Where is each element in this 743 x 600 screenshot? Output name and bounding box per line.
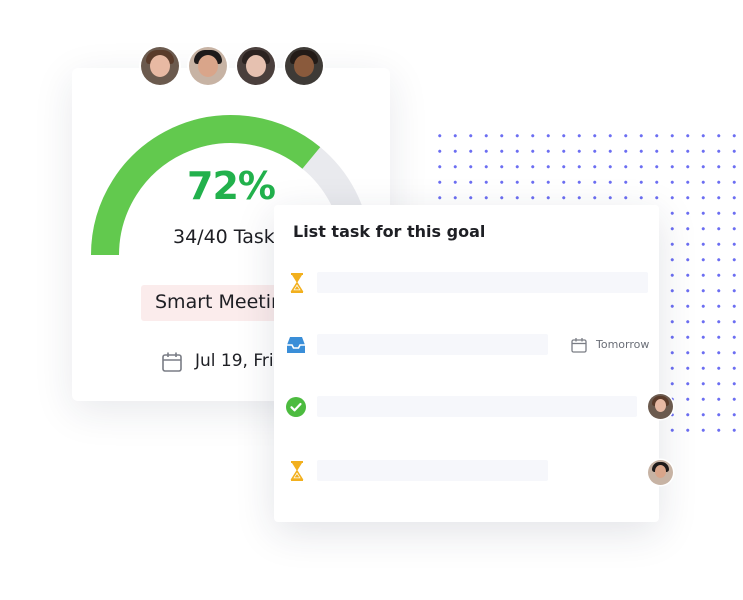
task-list-title: List task for this goal (293, 222, 486, 241)
calendar-icon (571, 338, 587, 353)
task-row-placeholder[interactable] (317, 334, 548, 355)
inbox-icon (287, 337, 305, 353)
check-circle-icon[interactable] (285, 396, 307, 418)
hourglass-icon (290, 273, 304, 293)
task-row-placeholder[interactable] (317, 396, 637, 417)
avatar[interactable] (237, 47, 275, 85)
calendar-icon (162, 352, 182, 372)
avatar[interactable] (189, 47, 227, 85)
task-row-placeholder[interactable] (317, 272, 648, 293)
avatar[interactable] (141, 47, 179, 85)
progress-percent: 72% (187, 164, 276, 208)
task-count: 34/40 Tasks (173, 226, 285, 248)
avatar[interactable] (285, 47, 323, 85)
task-row-placeholder[interactable] (317, 460, 548, 481)
due-date-label[interactable]: Tomorrow (596, 338, 649, 351)
assignee-avatar[interactable] (648, 394, 673, 419)
assignee-avatar[interactable] (648, 460, 673, 485)
hourglass-icon (290, 461, 304, 481)
